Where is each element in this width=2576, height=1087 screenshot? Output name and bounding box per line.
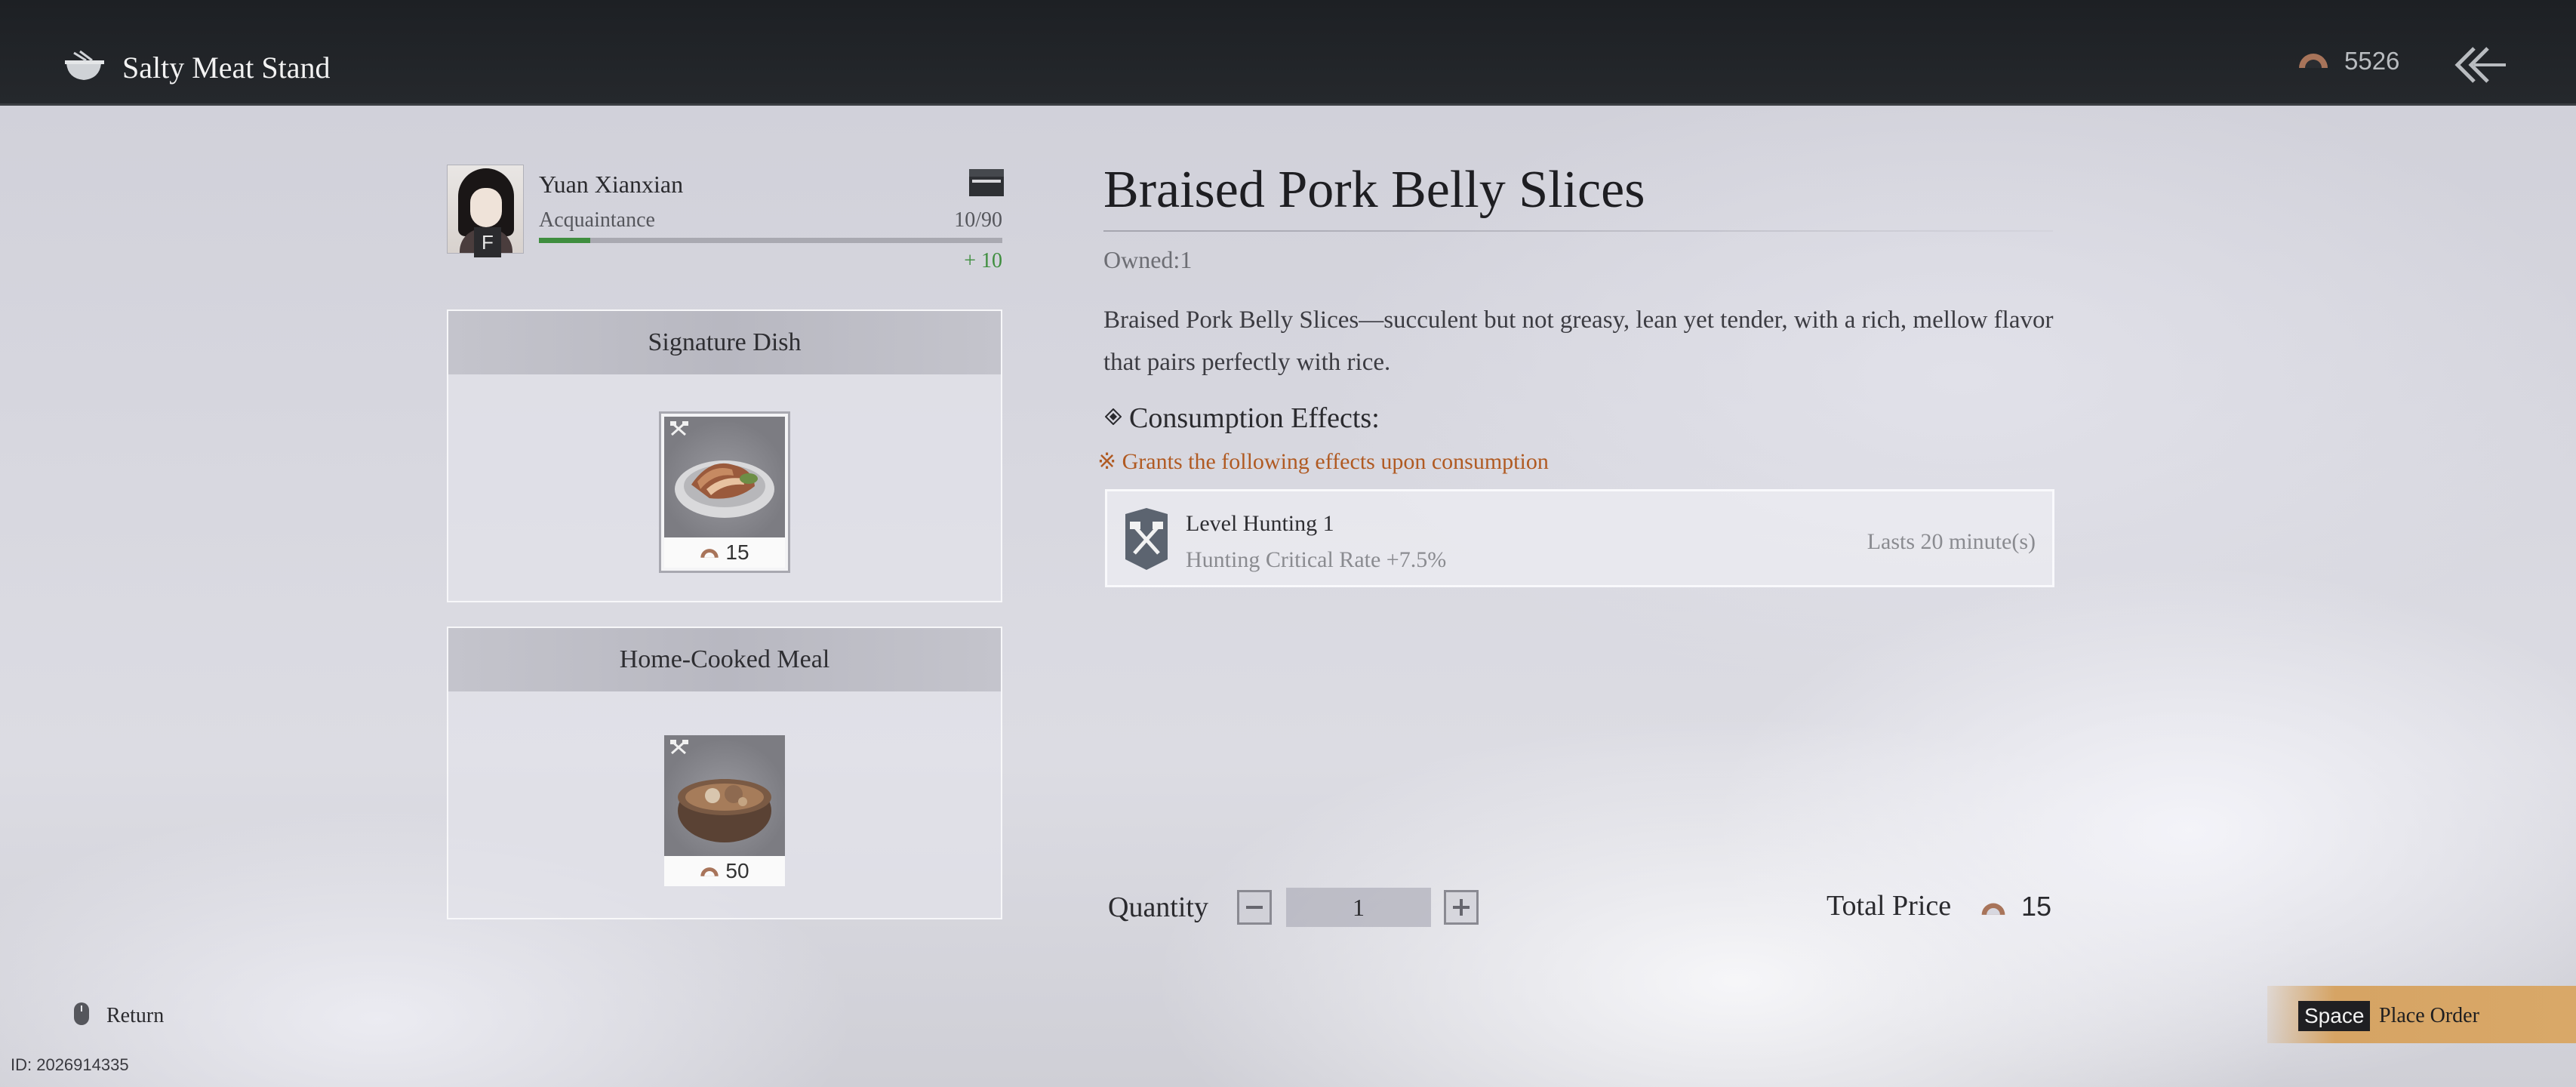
page-title: Salty Meat Stand: [122, 51, 331, 85]
place-order-label: Place Order: [2379, 1004, 2479, 1027]
back-arrow-icon[interactable]: [2451, 44, 2507, 86]
space-key-hint: Space: [2298, 1001, 2371, 1031]
effect-description: Hunting Critical Rate +7.5%: [1186, 547, 1447, 572]
bowl-icon: [65, 50, 104, 80]
hunting-tool-icon: [670, 740, 688, 755]
place-order-button[interactable]: Space Place Order: [2267, 986, 2576, 1043]
favor-value: 10/90: [954, 208, 1002, 232]
player-id: ID: 2026914335: [11, 1055, 129, 1074]
item-description: Braised Pork Belly Slices—succulent but …: [1103, 306, 2054, 376]
item-title: Braised Pork Belly Slices: [1103, 161, 1645, 219]
coin-icon: [1981, 903, 2005, 915]
hunting-axes-icon: [1125, 508, 1168, 570]
coin-icon: [700, 867, 719, 876]
dish-price-value: 50: [725, 859, 749, 882]
dish-price-value: 15: [725, 540, 749, 564]
currency-value: 5526: [2344, 47, 2400, 75]
coin-icon: [2299, 54, 2328, 68]
home-cooked-panel: Home-Cooked Meal 50: [447, 627, 1002, 919]
dish-item-stew[interactable]: 50: [664, 735, 785, 886]
braised-pork-image: [664, 417, 785, 537]
effects-heading: Consumption Effects:: [1129, 402, 1380, 434]
effect-duration: Lasts 20 minute(s): [1867, 529, 2036, 554]
effect-card: Level Hunting 1 Hunting Critical Rate +7…: [1105, 489, 2054, 587]
title-divider: [1103, 230, 2053, 232]
signature-dish-panel: Signature Dish 15: [447, 309, 1002, 602]
total-price-value: 15: [2021, 891, 2052, 922]
npc-name: Yuan Xianxian: [539, 171, 684, 198]
favor-bar-fill: [539, 238, 591, 243]
top-bar: Salty Meat Stand 5526: [0, 0, 2576, 106]
stew-image: [664, 735, 785, 856]
dish-price: 15: [664, 537, 785, 568]
quantity-decrease-button[interactable]: [1237, 890, 1272, 925]
rank-badge: F: [474, 227, 501, 257]
owned-count: Owned:1: [1103, 246, 1193, 273]
panel-title: Home-Cooked Meal: [448, 628, 1001, 691]
hunting-tool-icon: [670, 421, 688, 436]
favor-bar: [539, 238, 1002, 243]
quantity-input[interactable]: [1286, 888, 1431, 927]
diamond-bullet-icon: [1105, 408, 1122, 425]
quantity-increase-button[interactable]: [1444, 890, 1479, 925]
quantity-label: Quantity: [1108, 891, 1208, 923]
panel-title: Signature Dish: [448, 311, 1001, 374]
gift-icon[interactable]: [968, 168, 1005, 198]
dish-item-braised-pork[interactable]: 15: [661, 414, 788, 571]
coin-icon: [700, 549, 719, 558]
dish-price: 50: [664, 856, 785, 886]
favor-gain: + 10: [964, 249, 1002, 273]
effects-note: ※ Grants the following effects upon cons…: [1097, 449, 1549, 474]
total-price-label: Total Price: [1827, 890, 1952, 922]
mouse-icon: [74, 1002, 89, 1025]
return-button[interactable]: Return: [106, 1004, 164, 1028]
relationship-status: Acquaintance: [539, 208, 655, 232]
effect-name: Level Hunting 1: [1186, 511, 1334, 536]
